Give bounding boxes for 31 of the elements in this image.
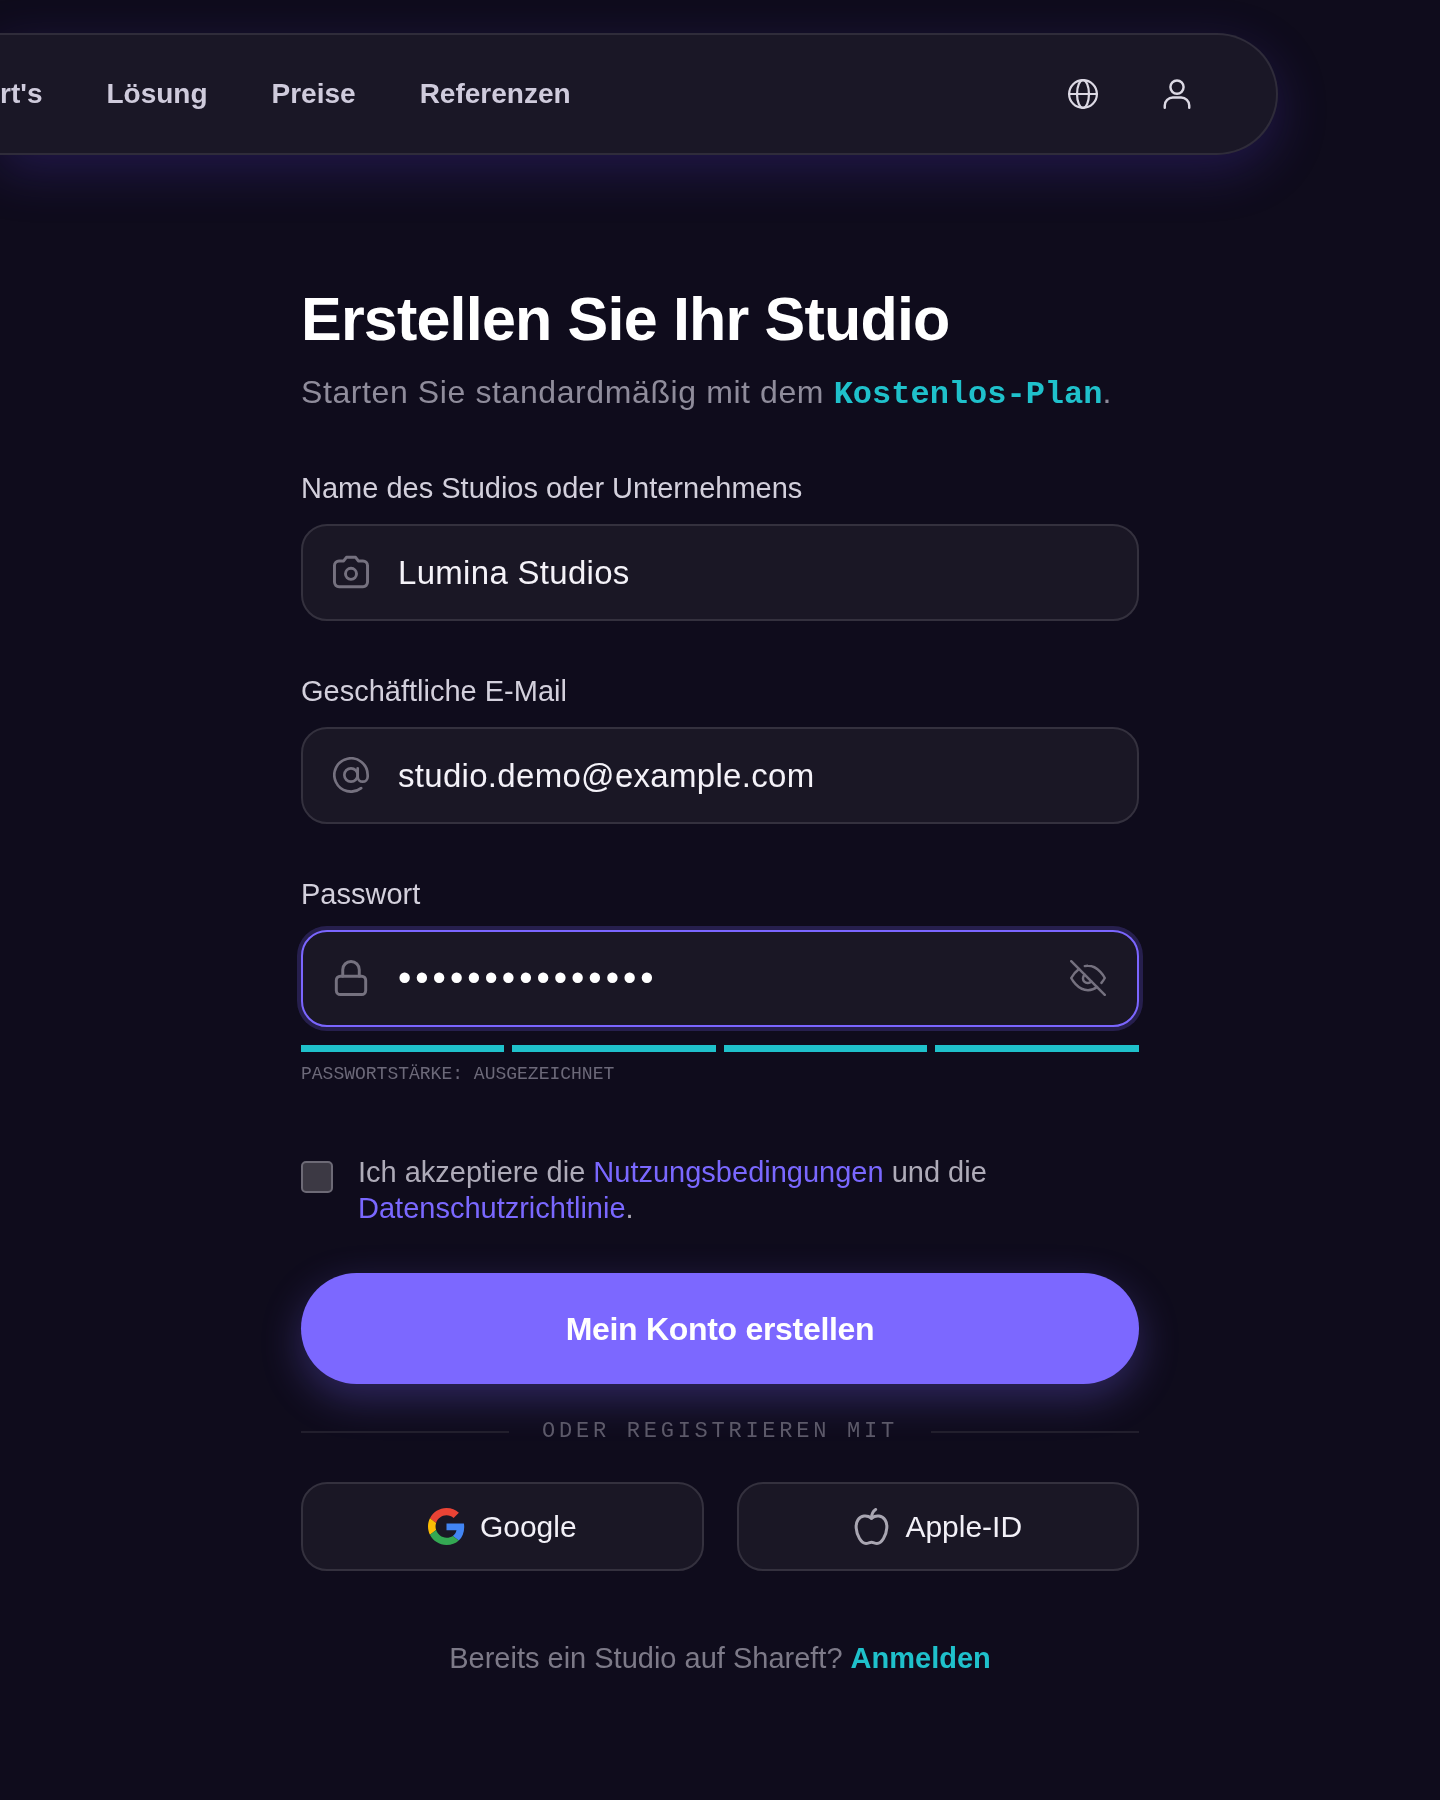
google-button[interactable]: Google — [301, 1482, 704, 1571]
terms-text: Ich akzeptiere die Nutzungsbedingungen und die Datenschutzrichtlinie. — [358, 1155, 988, 1226]
eye-slash-icon[interactable] — [1070, 960, 1106, 996]
nav-link[interactable]: rt's — [0, 73, 43, 115]
field-label: Geschäftliche E-Mail — [301, 674, 568, 709]
field-label: Passwort — [301, 877, 422, 912]
submit-button[interactable]: Mein Konto erstellen — [301, 1273, 1139, 1384]
at-sign-icon — [333, 757, 369, 793]
password-input[interactable]: ••••••••••••••• — [301, 930, 1139, 1027]
camera-icon — [333, 554, 369, 590]
email-input[interactable]: studio.demo@example.com — [301, 727, 1139, 824]
divider-text: ODER REGISTRIEREN MIT — [542, 1418, 898, 1446]
strength-label: PASSWORTSTÄRKE: AUSGEZEICHNET — [301, 1063, 615, 1086]
google-logo-icon — [427, 1508, 465, 1545]
inline-link[interactable]: Datenschutzrichtlinie — [358, 1192, 626, 1224]
page-title: Erstellen Sie Ihr Studio — [301, 286, 951, 352]
terms-checkbox[interactable] — [301, 1161, 333, 1193]
nav-link[interactable]: Referenzen — [419, 73, 571, 115]
nav-link[interactable]: Lösung — [106, 73, 208, 115]
inline-link[interactable]: Nutzungsbedingungen — [593, 1156, 884, 1188]
lock-icon — [333, 960, 369, 996]
globe-icon[interactable] — [1068, 79, 1098, 109]
field-label: Name des Studios oder Unternehmens — [301, 471, 804, 506]
apple-id-button[interactable]: Apple-ID — [736, 1482, 1139, 1571]
signin-link[interactable]: Anmelden — [850, 1642, 991, 1674]
signin-prompt: Bereits ein Studio auf Shareft? Anmelden — [448, 1641, 992, 1676]
nav-link[interactable]: Preise — [271, 73, 356, 115]
studio-name-input[interactable]: Lumina Studios — [301, 524, 1139, 621]
user-icon[interactable] — [1162, 79, 1192, 109]
subtitle-text: Starten Sie standardmäßig mit dem Kostenlos-Plan. — [301, 373, 1113, 415]
apple-icon — [853, 1508, 891, 1545]
